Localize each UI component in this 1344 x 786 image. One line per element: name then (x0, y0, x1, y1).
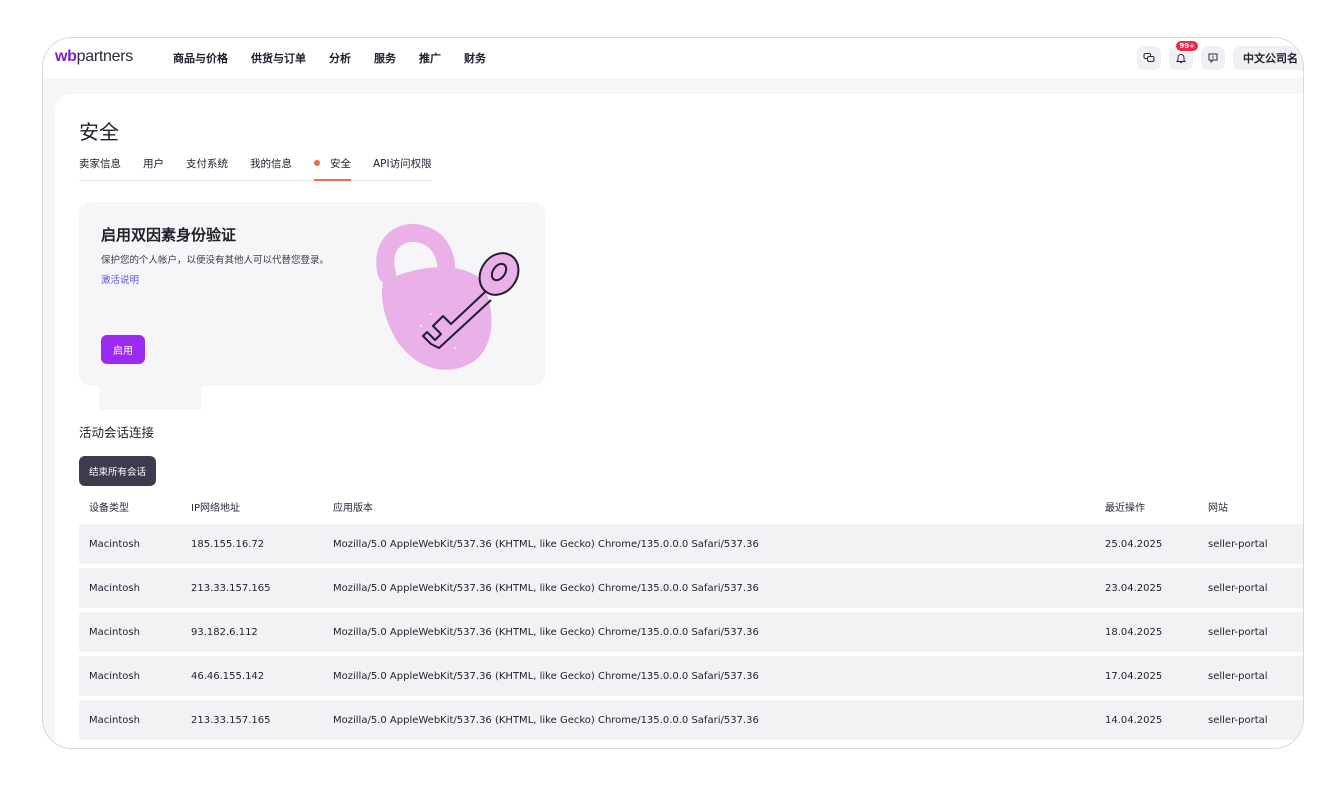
wbpartners-logo[interactable]: wbpartners (55, 47, 133, 67)
main-content: 安全 卖家信息 用户 支付系统 我的信息 安全 API访问权限 启用双因素身份验… (55, 94, 1303, 748)
logo-wb: wb (55, 48, 77, 65)
two-factor-description: 保护您的个人帐户，以便没有其他人可以代替您登录。 (101, 255, 330, 266)
cell-app: Mozilla/5.0 AppleWebKit/537.36 (KHTML, l… (333, 538, 759, 550)
tab-label: 卖家信息 (79, 158, 121, 170)
logo-partners: partners (76, 48, 134, 65)
nav-analytics[interactable]: 分析 (329, 50, 351, 66)
padlock-key-icon (376, 223, 520, 370)
cell-device: Macintosh (89, 538, 140, 550)
cell-ip: 93.182.6.112 (191, 626, 258, 638)
help-icon (1208, 53, 1218, 64)
cell-app: Mozilla/5.0 AppleWebKit/537.36 (KHTML, l… (333, 670, 759, 682)
tab-label: 安全 (330, 158, 351, 170)
nav-finance[interactable]: 财务 (464, 50, 486, 66)
table-row: Macintosh 93.182.6.112 Mozilla/5.0 Apple… (79, 612, 1303, 652)
help-button[interactable] (1201, 46, 1225, 70)
cell-site: seller-portal (1208, 538, 1268, 550)
sessions-table: 设备类型 IP网络地址 应用版本 最近操作 网站 Macintosh 185.1… (79, 492, 1303, 744)
table-header: 设备类型 IP网络地址 应用版本 最近操作 网站 (79, 492, 1303, 520)
two-factor-card: 启用双因素身份验证 保护您的个人帐户，以便没有其他人可以代替您登录。 激活说明 … (79, 202, 545, 386)
cell-last-action: 14.04.2025 (1105, 714, 1163, 726)
page-title: 安全 (79, 120, 119, 144)
activation-instructions-link[interactable]: 激活说明 (101, 272, 139, 286)
nav-services[interactable]: 服务 (374, 50, 396, 66)
settings-tabs: 卖家信息 用户 支付系统 我的信息 安全 API访问权限 (79, 156, 432, 181)
card-shadow-strip (99, 386, 201, 410)
table-row: Macintosh 46.46.155.142 Mozilla/5.0 Appl… (79, 656, 1303, 696)
cell-ip: 213.33.157.165 (191, 714, 271, 726)
end-all-sessions-button[interactable]: 结束所有会话 (79, 456, 157, 486)
table-row: Macintosh 213.33.157.165 Mozilla/5.0 App… (79, 568, 1303, 608)
cell-site: seller-portal (1208, 670, 1268, 682)
column-ip: IP网络地址 (191, 502, 240, 514)
company-name: 中文公司名 (1243, 52, 1298, 65)
tab-label: API访问权限 (373, 158, 432, 170)
tab-label: 支付系统 (186, 158, 228, 170)
tab-label: 我的信息 (250, 158, 292, 170)
cell-ip: 213.33.157.165 (191, 582, 271, 594)
company-selector[interactable]: 中文公司名 (1233, 46, 1303, 70)
cell-device: Macintosh (89, 714, 140, 726)
main-nav: 商品与价格 供货与订单 分析 服务 推广 财务 (173, 38, 509, 78)
table-row: Macintosh 213.33.157.165 Mozilla/5.0 App… (79, 700, 1303, 740)
cell-app: Mozilla/5.0 AppleWebKit/537.36 (KHTML, l… (333, 714, 759, 726)
cell-last-action: 17.04.2025 (1105, 670, 1163, 682)
cell-app: Mozilla/5.0 AppleWebKit/537.36 (KHTML, l… (333, 626, 759, 638)
cell-device: Macintosh (89, 626, 140, 638)
column-site: 网站 (1208, 502, 1228, 514)
tab-my-info[interactable]: 我的信息 (250, 156, 292, 180)
nav-promotion[interactable]: 推广 (419, 50, 441, 66)
enable-2fa-button[interactable]: 启用 (101, 335, 145, 364)
table-row: Macintosh 185.155.16.72 Mozilla/5.0 Appl… (79, 524, 1303, 564)
two-factor-title: 启用双因素身份验证 (101, 226, 237, 244)
cell-last-action: 25.04.2025 (1105, 538, 1163, 550)
column-app-version: 应用版本 (333, 502, 373, 514)
tab-label: 用户 (143, 158, 164, 170)
tab-seller-info[interactable]: 卖家信息 (79, 156, 121, 180)
cell-last-action: 23.04.2025 (1105, 582, 1163, 594)
top-actions: 99+ 中文公司名 (1137, 38, 1303, 78)
active-sessions-title: 活动会话连接 (79, 425, 155, 440)
top-navigation-bar: wbpartners 商品与价格 供货与订单 分析 服务 推广 财务 99+ 中… (43, 38, 1303, 78)
chat-button[interactable] (1137, 46, 1161, 70)
app-frame: wbpartners 商品与价格 供货与订单 分析 服务 推广 财务 99+ 中… (42, 37, 1304, 749)
bell-icon (1175, 54, 1187, 63)
nav-supplies-orders[interactable]: 供货与订单 (251, 50, 306, 66)
cell-device: Macintosh (89, 670, 140, 682)
tab-users[interactable]: 用户 (143, 156, 164, 180)
tab-api-access[interactable]: API访问权限 (373, 156, 432, 180)
notifications-badge: 99+ (1175, 40, 1199, 52)
chat-icon (1143, 53, 1155, 62)
tab-security[interactable]: 安全 (314, 156, 351, 181)
nav-products-prices[interactable]: 商品与价格 (173, 50, 228, 66)
column-device-type: 设备类型 (89, 502, 129, 514)
cell-site: seller-portal (1208, 626, 1268, 638)
cell-last-action: 18.04.2025 (1105, 626, 1163, 638)
active-tab-dot (314, 160, 320, 166)
cell-site: seller-portal (1208, 582, 1268, 594)
tab-payment-systems[interactable]: 支付系统 (186, 156, 228, 180)
cell-app: Mozilla/5.0 AppleWebKit/537.36 (KHTML, l… (333, 582, 759, 594)
cell-device: Macintosh (89, 582, 140, 594)
cell-site: seller-portal (1208, 714, 1268, 726)
cell-ip: 46.46.155.142 (191, 670, 265, 682)
column-last-action: 最近操作 (1105, 502, 1145, 514)
cell-ip: 185.155.16.72 (191, 538, 265, 550)
notifications-button[interactable]: 99+ (1169, 40, 1199, 70)
